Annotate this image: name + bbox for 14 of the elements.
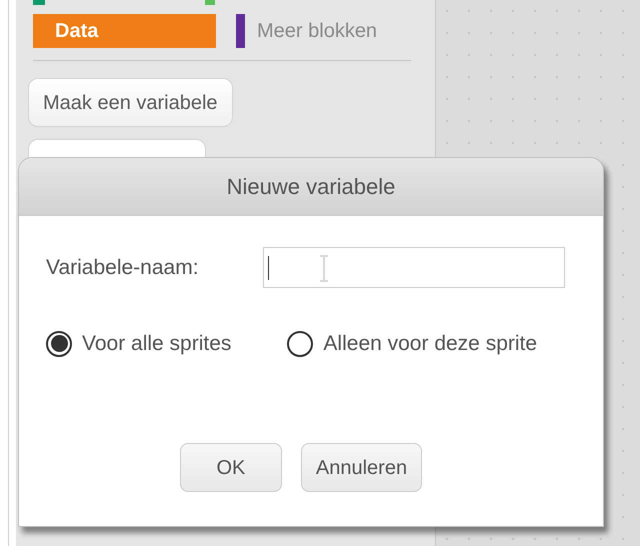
text-caret: [268, 256, 269, 280]
radio-indicator[interactable]: [287, 330, 314, 357]
dialog-title: Nieuwe variabele: [226, 173, 396, 201]
dialog-button[interactable]: OK: [180, 443, 282, 492]
scope-radio[interactable]: Alleen voor deze sprite: [287, 328, 538, 360]
variable-name-field[interactable]: [263, 247, 565, 288]
scope-radio[interactable]: Voor alle sprites: [46, 328, 232, 360]
dialog-button[interactable]: Annuleren: [300, 443, 422, 492]
make-variable-button[interactable]: Maak een variabele: [28, 78, 233, 127]
field-label: Variabele-naam:: [46, 254, 200, 281]
category-color-mark: [33, 0, 45, 5]
radio-indicator[interactable]: [46, 330, 72, 357]
text-cursor-icon: [319, 255, 329, 282]
category-color-mark: [205, 0, 215, 5]
